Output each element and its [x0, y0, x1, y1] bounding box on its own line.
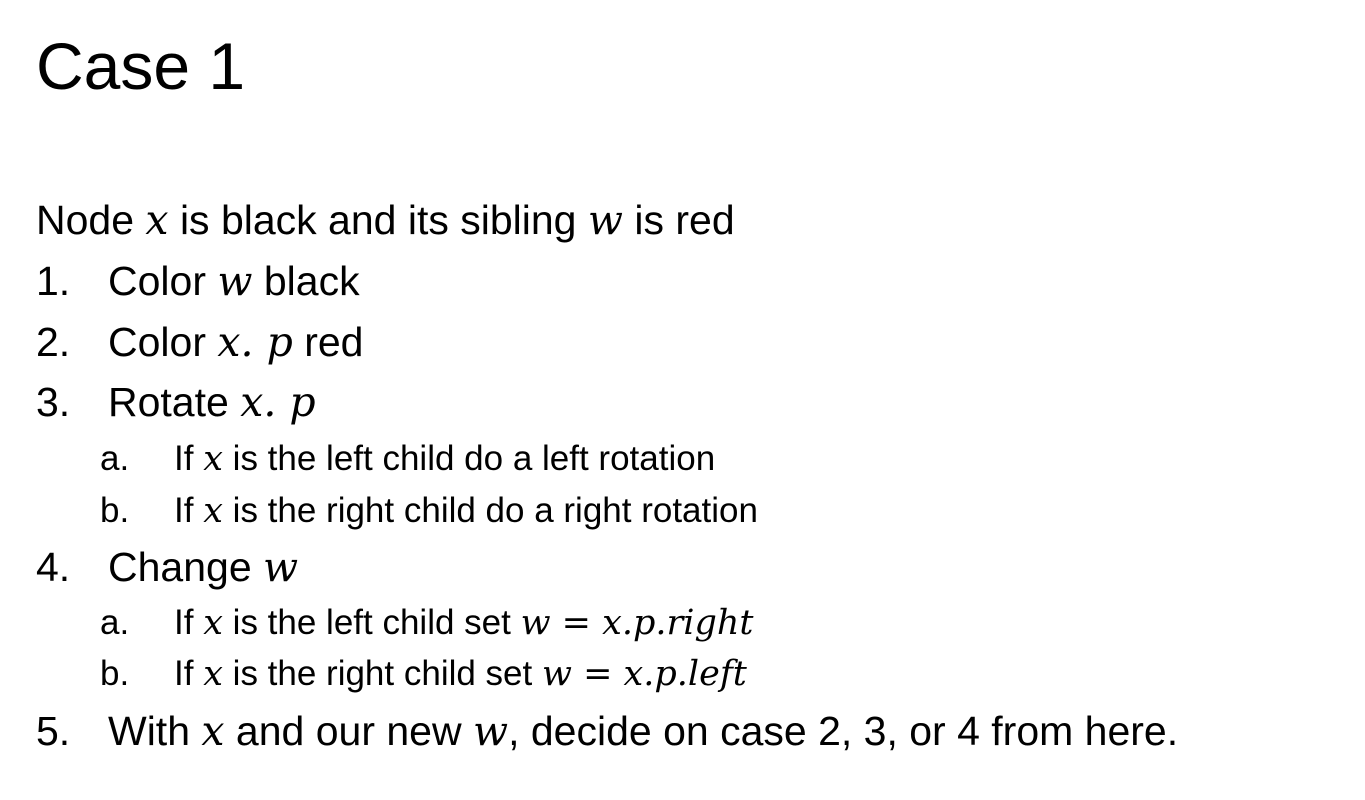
math-w: w	[263, 543, 299, 591]
sub-list-letter: a.	[100, 603, 130, 642]
sub-list-item-4a: a. If x is the left child set w = x.p.rig…	[100, 601, 753, 645]
list-item-2: 2. Color x. p red	[36, 317, 363, 367]
list-number: 4.	[36, 544, 71, 590]
step-text: Change	[108, 544, 264, 590]
step-text: black	[252, 258, 360, 304]
sub-step-text: is the left child do a left rotation	[222, 439, 716, 478]
sub-step-text: is the right child do a right rotation	[222, 491, 758, 530]
math-xp-right: x.p.right	[602, 603, 754, 643]
step-text: Rotate	[108, 379, 241, 425]
sub-step-text: is the left child set	[222, 603, 521, 642]
math-w: w	[217, 257, 253, 305]
intro-text-2: is black and its sibling	[168, 197, 588, 243]
step-text: red	[292, 319, 364, 365]
math-x: x	[203, 654, 223, 694]
math-xp-left: x.p.left	[623, 654, 747, 694]
slide: Case 1 Node x is black and its sibling w…	[0, 0, 1365, 800]
sub-list-letter: a.	[100, 439, 130, 478]
sub-list-item-3b: b. If x is the right child do a right rot…	[100, 489, 758, 533]
math-w: w	[472, 707, 509, 755]
math-w: w	[587, 196, 623, 244]
math-equals: =	[571, 654, 624, 694]
list-item-5: 5. With x and our new w, decide on case 2…	[36, 706, 1178, 756]
math-x: x	[203, 439, 223, 479]
sub-list-item-4b: b. If x is the right child set w = x.p.le…	[100, 652, 747, 696]
slide-title: Case 1	[36, 29, 246, 103]
list-number: 1.	[36, 258, 71, 304]
math-x: x	[145, 196, 169, 244]
step-text: With	[108, 708, 202, 754]
sub-list-letter: b.	[100, 491, 130, 530]
math-w: w	[541, 654, 572, 694]
intro-text-3: is red	[622, 197, 735, 243]
step-text: , decide on case 2, 3, or 4 from here.	[508, 708, 1179, 754]
math-equals: =	[550, 603, 603, 643]
list-number: 5.	[36, 708, 71, 754]
sub-step-text: is the right child set	[222, 654, 542, 693]
list-number: 2.	[36, 319, 71, 365]
math-xp: x. p	[217, 318, 293, 366]
math-x: x	[201, 707, 225, 755]
sub-step-text: If	[174, 439, 204, 478]
sub-step-text: If	[174, 491, 204, 530]
step-text: Color	[108, 258, 218, 304]
step-text: and our new	[224, 708, 473, 754]
sub-step-text: If	[174, 654, 204, 693]
math-xp: x. p	[240, 378, 316, 426]
intro-text-1: Node	[36, 197, 146, 243]
sub-list-item-3a: a. If x is the left child do a left rotat…	[100, 437, 715, 481]
math-x: x	[203, 491, 223, 531]
list-number: 3.	[36, 379, 71, 425]
step-text: Color	[108, 319, 218, 365]
sub-list-letter: b.	[100, 654, 130, 693]
math-x: x	[203, 603, 223, 643]
sub-step-text: If	[174, 603, 204, 642]
math-w: w	[520, 603, 551, 643]
list-item-3: 3. Rotate x. p	[36, 377, 316, 427]
list-item-4: 4. Change w	[36, 542, 298, 592]
intro-line: Node x is black and its sibling w is red	[36, 195, 735, 245]
list-item-1: 1. Color w black	[36, 256, 360, 306]
